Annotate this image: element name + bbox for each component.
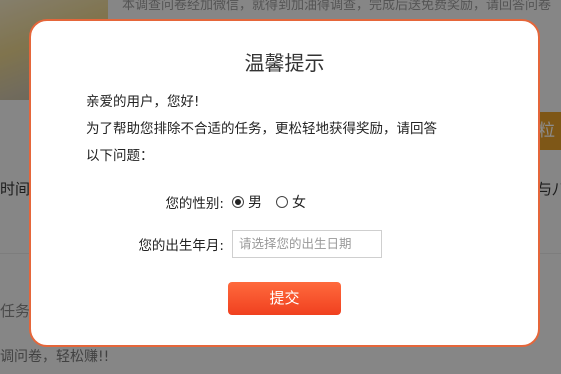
dialog-message: 亲爱的用户，您好! 为了帮助您排除不合适的任务，更松轻地获得奖励，请回答 以下问… xyxy=(86,89,486,170)
gender-label: 您的性别: xyxy=(165,196,224,212)
gender-male-label[interactable]: 男 xyxy=(248,192,262,212)
gender-row: 您的性别: 男 女 xyxy=(31,192,538,212)
gender-female-label[interactable]: 女 xyxy=(292,192,306,212)
message-line-1: 为了帮助您排除不合适的任务，更松轻地获得奖励，请回答 xyxy=(86,121,437,137)
birth-label: 您的出生年月: xyxy=(138,238,224,254)
message-line-2: 以下问题： xyxy=(86,148,154,164)
birth-row: 您的出生年月: 请选择您的出生日期 xyxy=(31,230,538,258)
gender-male-radio[interactable] xyxy=(232,196,244,208)
prompt-dialog: 温馨提示 亲爱的用户，您好! 为了帮助您排除不合适的任务，更松轻地获得奖励，请回… xyxy=(29,19,540,347)
submit-button[interactable]: 提交 xyxy=(228,282,341,315)
gender-female-radio[interactable] xyxy=(276,196,288,208)
greeting-text: 亲爱的用户，您好! xyxy=(86,94,200,110)
dialog-title: 温馨提示 xyxy=(244,51,325,75)
birth-date-input[interactable]: 请选择您的出生日期 xyxy=(232,230,382,258)
